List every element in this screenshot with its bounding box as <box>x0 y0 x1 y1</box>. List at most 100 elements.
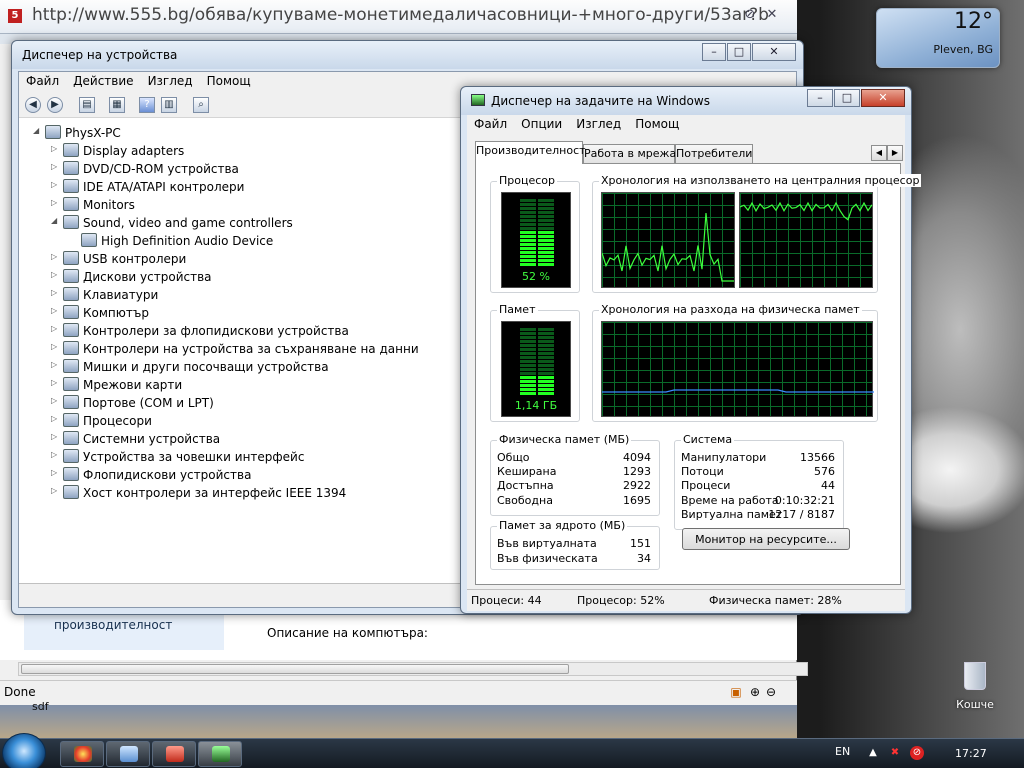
resource-monitor-button[interactable]: Монитор на ресурсите... <box>682 528 850 550</box>
expand-arrow-icon[interactable]: ▷ <box>51 432 61 441</box>
expand-arrow-icon[interactable]: ▷ <box>51 450 61 459</box>
forward-icon[interactable]: ▶ <box>47 97 63 113</box>
meter-segment-off <box>520 364 536 367</box>
menu-options[interactable]: Опции <box>514 115 569 131</box>
expand-arrow-icon[interactable]: ▷ <box>51 162 61 171</box>
meter-segment-off <box>520 215 536 218</box>
meter-segment-on <box>520 263 536 266</box>
close-tab-icon[interactable]: ✕ <box>764 7 780 23</box>
volume-muted-icon[interactable]: ✖ <box>888 746 902 760</box>
zoom-out-icon[interactable]: ⊖ <box>764 685 778 699</box>
expand-arrow-icon[interactable]: ▷ <box>51 144 61 153</box>
menu-help[interactable]: Помощ <box>628 115 686 131</box>
expand-arrow-icon[interactable]: ▷ <box>51 486 61 495</box>
menu-file[interactable]: Файл <box>467 115 514 131</box>
scrollbar-thumb[interactable] <box>21 664 569 674</box>
expand-arrow-icon[interactable]: ▷ <box>51 180 61 189</box>
clock[interactable]: 17:27 <box>955 747 987 760</box>
tab-scroll-left-icon[interactable]: ◀ <box>871 145 887 161</box>
close-button[interactable]: ✕ <box>752 43 796 61</box>
action-pane-icon[interactable]: ▥ <box>161 97 177 113</box>
collapse-arrow-icon[interactable]: ◢ <box>51 216 61 225</box>
menu-help[interactable]: Помощ <box>200 72 258 88</box>
search-icon[interactable]: ⊘ <box>742 7 758 23</box>
task-manager-titlebar[interactable]: Диспечер на задачите на Windows – □ ✕ <box>461 87 911 115</box>
expand-arrow-icon[interactable]: ▷ <box>51 198 61 207</box>
stat-key: Време на работа <box>681 494 779 507</box>
menu-view[interactable]: Изглед <box>569 115 628 131</box>
expand-arrow-icon[interactable]: ▷ <box>51 306 61 315</box>
taskbar-task-manager[interactable] <box>198 741 242 767</box>
recycle-bin[interactable]: Кошче <box>950 662 1000 712</box>
expand-arrow-icon[interactable]: ▷ <box>51 468 61 477</box>
browser-icon <box>74 746 92 762</box>
collapse-arrow-icon[interactable]: ◢ <box>33 126 43 135</box>
back-icon[interactable]: ◀ <box>25 97 41 113</box>
url-text[interactable]: http://www.555.bg/обява/купуваме-монетим… <box>32 5 769 25</box>
cpu-core2-graph <box>739 192 873 288</box>
stat-key: Свободна <box>497 494 553 507</box>
meter-segment-off <box>538 340 554 343</box>
system-group: Система Манипулатори 13566 Потоци 576 Проц… <box>674 433 844 530</box>
minimize-button[interactable]: – <box>807 89 833 107</box>
weather-gadget[interactable]: 12° Pleven, BG <box>876 8 1000 68</box>
start-button[interactable] <box>2 733 46 768</box>
expand-arrow-icon[interactable]: ▷ <box>51 324 61 333</box>
memory-meter-value: 1,14 ГБ <box>514 399 558 412</box>
tree-item-label: USB контролери <box>83 252 187 266</box>
close-button[interactable]: ✕ <box>861 89 905 107</box>
zoom-in-icon[interactable]: ⊕ <box>748 685 762 699</box>
memory-history-group: Хронология на разхода на физическа памет <box>592 303 878 422</box>
taskbar-device-manager[interactable] <box>152 741 196 767</box>
tray-expand-icon[interactable]: ▲ <box>866 746 880 760</box>
tab-networking[interactable]: Работа в мрежа <box>583 144 676 163</box>
tab-performance[interactable]: Производителност <box>475 141 586 164</box>
meter-segment-off <box>520 336 536 339</box>
meter-segment-off <box>538 332 554 335</box>
device-manager-titlebar[interactable]: Диспечер на устройства – □ ✕ <box>12 41 803 69</box>
properties-icon[interactable]: ▦ <box>109 97 125 113</box>
cpu-history-group: Хронология на използването на централния… <box>592 174 922 293</box>
device-category-icon <box>63 323 79 337</box>
tab-users[interactable]: Потребители <box>675 144 753 163</box>
tab-scroll-right-icon[interactable]: ▶ <box>887 145 903 161</box>
language-indicator[interactable]: EN <box>835 745 850 758</box>
expand-arrow-icon[interactable]: ▷ <box>51 414 61 423</box>
expand-arrow-icon[interactable]: ▷ <box>51 252 61 261</box>
feed-icon[interactable]: ▣ <box>729 685 743 699</box>
menu-file[interactable]: Файл <box>19 72 66 88</box>
meter-segment-on <box>538 243 554 246</box>
meter-segment-off <box>538 348 554 351</box>
meter-segment-off <box>520 344 536 347</box>
expand-arrow-icon[interactable]: ▷ <box>51 360 61 369</box>
stat-value: 1217 / 8187 <box>768 508 835 521</box>
maximize-button[interactable]: □ <box>834 89 860 107</box>
scan-hardware-icon[interactable]: ⌕ <box>193 97 209 113</box>
minimize-button[interactable]: – <box>702 43 726 61</box>
menu-view[interactable]: Изглед <box>141 72 200 88</box>
device-category-icon <box>63 287 79 301</box>
device-category-icon <box>63 197 79 211</box>
maximize-button[interactable]: □ <box>727 43 751 61</box>
status-text: Done <box>4 685 36 699</box>
meter-segment-off <box>520 199 536 202</box>
expand-arrow-icon[interactable]: ▷ <box>51 342 61 351</box>
show-hide-tree-icon[interactable]: ▤ <box>79 97 95 113</box>
stat-row: Свободна 1695 <box>497 494 651 508</box>
address-bar[interactable]: 5 http://www.555.bg/обява/купуваме-монет… <box>0 0 797 34</box>
stat-key: Процеси <box>681 479 731 492</box>
expand-arrow-icon[interactable]: ▷ <box>51 378 61 387</box>
horizontal-scrollbar[interactable] <box>18 662 808 676</box>
tree-item-label: Флопидискови устройства <box>83 468 252 482</box>
help-icon[interactable]: ? <box>139 97 155 113</box>
taskbar-computer[interactable] <box>106 741 150 767</box>
menu-action[interactable]: Действие <box>66 72 140 88</box>
memory-history-graph <box>601 321 874 417</box>
stat-row: Във виртуалната 151 <box>497 537 651 551</box>
expand-arrow-icon[interactable]: ▷ <box>51 288 61 297</box>
taskbar-chrome[interactable] <box>60 741 104 767</box>
network-icon[interactable]: ⊘ <box>910 746 924 760</box>
expand-arrow-icon[interactable]: ▷ <box>51 396 61 405</box>
expand-arrow-icon[interactable]: ▷ <box>51 270 61 279</box>
memory-meter-bars <box>520 328 554 395</box>
